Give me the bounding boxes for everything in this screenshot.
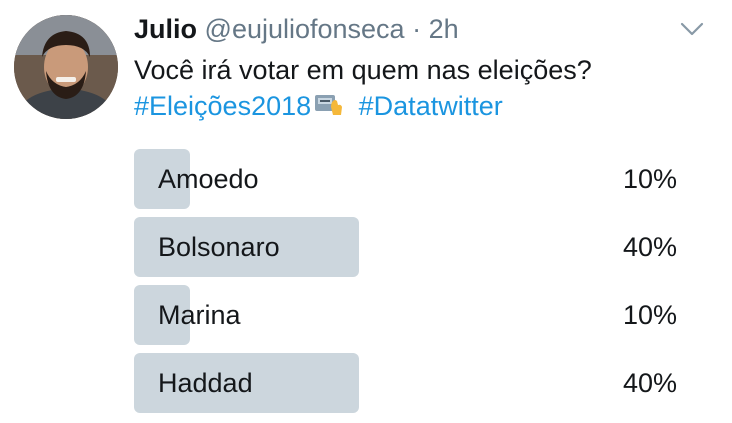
poll-option-percent: 10% <box>622 164 677 194</box>
poll-option-marina[interactable]: Marina 10% <box>134 285 679 345</box>
tweet-header: Julio @eujuliofonseca · 2h <box>134 12 459 46</box>
ballot-box-icon <box>313 90 345 116</box>
poll-option-label: Marina <box>158 300 241 330</box>
avatar-photo <box>14 15 118 119</box>
poll-option-label: Bolsonaro <box>158 232 280 262</box>
chevron-down-icon[interactable] <box>679 19 705 39</box>
poll-option-percent: 40% <box>622 368 677 398</box>
poll: Amoedo 10% Bolsonaro 40% Marina 10% Hadd… <box>134 149 679 421</box>
author-handle[interactable]: @eujuliofonseca <box>205 14 405 44</box>
poll-option-percent: 40% <box>622 232 677 262</box>
separator-dot: · <box>412 14 422 44</box>
author-name[interactable]: Julio <box>134 14 197 44</box>
poll-option-haddad[interactable]: Haddad 40% <box>134 353 679 413</box>
poll-option-label: Haddad <box>158 368 253 398</box>
avatar[interactable] <box>14 15 118 119</box>
timestamp[interactable]: 2h <box>429 14 459 44</box>
tweet-text-line: Você irá votar em quem nas eleições? <box>134 55 592 85</box>
poll-option-percent: 10% <box>622 300 677 330</box>
tweet-text: Você irá votar em quem nas eleições? #El… <box>134 52 592 124</box>
hashtag-eleicoes2018[interactable]: #Eleições2018 <box>134 91 311 121</box>
tweet-hashtags-line: #Eleições2018 #Datatwitter <box>134 88 592 124</box>
hashtag-datatwitter[interactable]: #Datatwitter <box>359 91 503 121</box>
poll-option-label: Amoedo <box>158 164 259 194</box>
poll-option-amoedo[interactable]: Amoedo 10% <box>134 149 679 209</box>
poll-option-bolsonaro[interactable]: Bolsonaro 40% <box>134 217 679 277</box>
